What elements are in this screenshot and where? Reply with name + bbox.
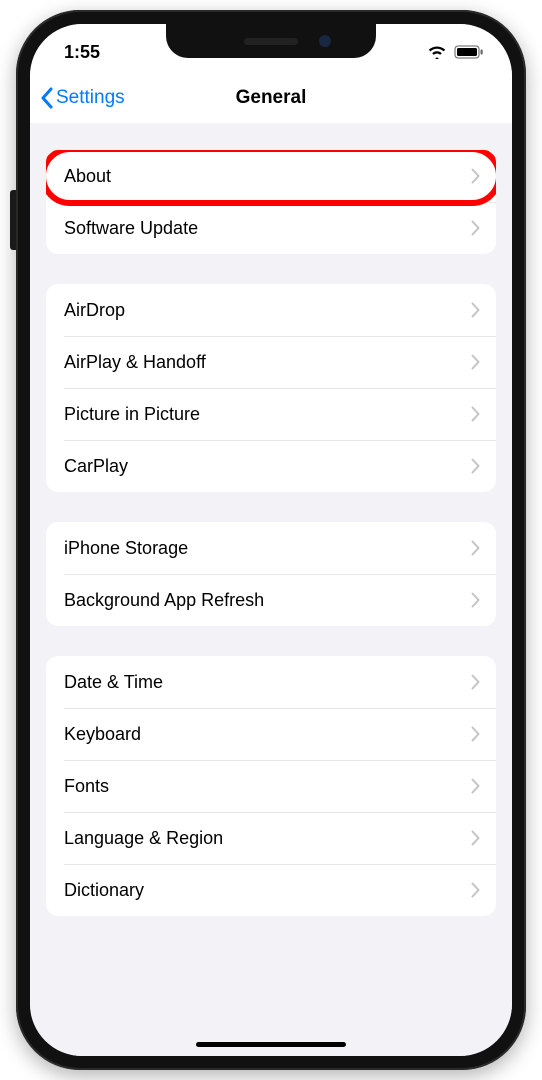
- chevron-right-icon: [471, 458, 480, 474]
- speaker-grille: [244, 38, 298, 45]
- chevron-right-icon: [471, 830, 480, 846]
- settings-group: iPhone Storage Background App Refresh: [46, 522, 496, 626]
- chevron-right-icon: [471, 540, 480, 556]
- battery-icon: [454, 45, 484, 59]
- nav-bar: Settings General: [30, 72, 512, 124]
- row-dictionary[interactable]: Dictionary: [46, 864, 496, 916]
- settings-group: About Software Update: [46, 150, 496, 254]
- row-label: Keyboard: [64, 724, 141, 745]
- row-iphone-storage[interactable]: iPhone Storage: [46, 522, 496, 574]
- chevron-left-icon: [40, 87, 54, 109]
- chevron-right-icon: [471, 778, 480, 794]
- row-label: iPhone Storage: [64, 538, 188, 559]
- row-label: Fonts: [64, 776, 109, 797]
- row-label: Language & Region: [64, 828, 223, 849]
- row-label: Dictionary: [64, 880, 144, 901]
- row-airdrop[interactable]: AirDrop: [46, 284, 496, 336]
- chevron-right-icon: [471, 302, 480, 318]
- row-date-time[interactable]: Date & Time: [46, 656, 496, 708]
- screen: 1:55: [30, 24, 512, 1056]
- row-airplay-handoff[interactable]: AirPlay & Handoff: [46, 336, 496, 388]
- row-software-update[interactable]: Software Update: [46, 202, 496, 254]
- row-label: AirDrop: [64, 300, 125, 321]
- status-time: 1:55: [64, 42, 100, 63]
- chevron-right-icon: [471, 354, 480, 370]
- row-carplay[interactable]: CarPlay: [46, 440, 496, 492]
- chevron-right-icon: [471, 882, 480, 898]
- chevron-right-icon: [471, 220, 480, 236]
- chevron-right-icon: [471, 674, 480, 690]
- front-camera: [319, 35, 331, 47]
- row-background-app-refresh[interactable]: Background App Refresh: [46, 574, 496, 626]
- chevron-right-icon: [471, 406, 480, 422]
- home-indicator[interactable]: [196, 1042, 346, 1047]
- chevron-right-icon: [471, 726, 480, 742]
- row-label: Date & Time: [64, 672, 163, 693]
- row-label: Software Update: [64, 218, 198, 239]
- row-label: CarPlay: [64, 456, 128, 477]
- chevron-right-icon: [471, 592, 480, 608]
- row-label: Background App Refresh: [64, 590, 264, 611]
- row-label: AirPlay & Handoff: [64, 352, 206, 373]
- row-label: About: [64, 166, 111, 187]
- status-right: [427, 45, 484, 59]
- row-picture-in-picture[interactable]: Picture in Picture: [46, 388, 496, 440]
- phone-frame: 1:55: [16, 10, 526, 1070]
- settings-group: AirDrop AirPlay & Handoff Picture in Pic…: [46, 284, 496, 492]
- row-fonts[interactable]: Fonts: [46, 760, 496, 812]
- row-language-region[interactable]: Language & Region: [46, 812, 496, 864]
- wifi-icon: [427, 45, 447, 59]
- settings-group: Date & Time Keyboard Fonts: [46, 656, 496, 916]
- row-keyboard[interactable]: Keyboard: [46, 708, 496, 760]
- back-label: Settings: [56, 87, 125, 109]
- notch: [166, 24, 376, 58]
- content: About Software Update AirDrop: [30, 124, 512, 1056]
- row-about[interactable]: About: [46, 150, 496, 202]
- chevron-right-icon: [471, 168, 480, 184]
- row-label: Picture in Picture: [64, 404, 200, 425]
- back-button[interactable]: Settings: [40, 87, 125, 109]
